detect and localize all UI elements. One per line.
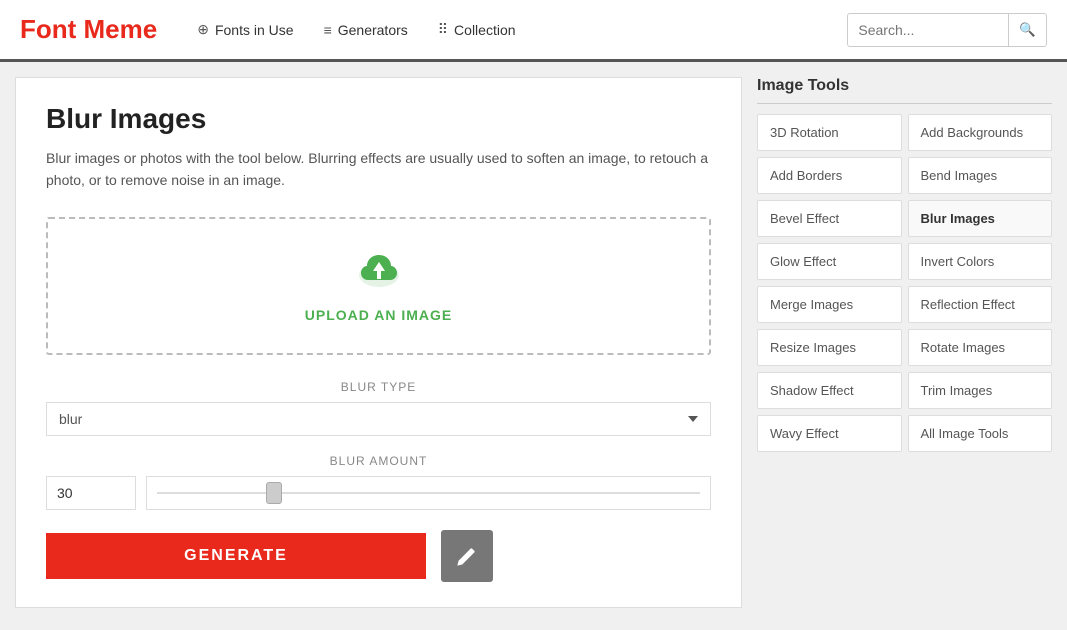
tool-item-blur-images[interactable]: Blur Images — [908, 200, 1053, 237]
search-input[interactable] — [848, 22, 1008, 38]
tools-grid: 3D RotationAdd BackgroundsAdd BordersBen… — [757, 114, 1052, 452]
blur-type-label: BLUR TYPE — [46, 380, 711, 394]
page-title: Blur Images — [46, 103, 711, 135]
edit-button[interactable] — [441, 530, 493, 582]
search-box: 🔍 — [847, 13, 1047, 47]
page-description: Blur images or photos with the tool belo… — [46, 147, 711, 192]
tool-item-add-borders[interactable]: Add Borders — [757, 157, 902, 194]
nav-fonts-in-use[interactable]: ⊕ Fonts in Use — [197, 21, 293, 38]
nav-fonts-in-use-label: Fonts in Use — [215, 22, 294, 38]
tool-item-bevel-effect[interactable]: Bevel Effect — [757, 200, 902, 237]
tool-item-shadow-effect[interactable]: Shadow Effect — [757, 372, 902, 409]
tool-item-3d-rotation[interactable]: 3D Rotation — [757, 114, 902, 151]
blur-amount-label: BLUR AMOUNT — [46, 454, 711, 468]
nav-generators-label: Generators — [338, 22, 408, 38]
nav-collection-label: Collection — [454, 22, 515, 38]
nav-collection[interactable]: ⠿ Collection — [438, 21, 516, 38]
image-tools-title: Image Tools — [757, 77, 1052, 104]
grid-icon: ⠿ — [438, 21, 448, 38]
left-panel: Blur Images Blur images or photos with t… — [15, 77, 742, 608]
nav-generators[interactable]: ≡ Generators — [324, 22, 408, 38]
tool-item-reflection-effect[interactable]: Reflection Effect — [908, 286, 1053, 323]
list-icon: ≡ — [324, 22, 332, 38]
tool-item-trim-images[interactable]: Trim Images — [908, 372, 1053, 409]
tool-item-merge-images[interactable]: Merge Images — [757, 286, 902, 323]
tool-item-rotate-images[interactable]: Rotate Images — [908, 329, 1053, 366]
blur-amount-row — [46, 476, 711, 510]
search-button[interactable]: 🔍 — [1008, 14, 1046, 46]
tool-item-invert-colors[interactable]: Invert Colors — [908, 243, 1053, 280]
blur-value-input[interactable] — [46, 476, 136, 510]
blur-slider[interactable] — [146, 476, 711, 510]
tool-item-resize-images[interactable]: Resize Images — [757, 329, 902, 366]
pencil-icon — [456, 545, 478, 567]
target-icon: ⊕ — [197, 21, 209, 38]
slider-track — [157, 492, 700, 494]
generate-button[interactable]: GENERATE — [46, 533, 426, 579]
upload-area[interactable]: UPLOAD AN IMAGE — [46, 217, 711, 355]
main-layout: Blur Images Blur images or photos with t… — [0, 62, 1067, 623]
upload-label: UPLOAD AN IMAGE — [68, 307, 689, 323]
nav: ⊕ Fonts in Use ≡ Generators ⠿ Collection — [197, 21, 847, 38]
tool-item-bend-images[interactable]: Bend Images — [908, 157, 1053, 194]
header: Font Meme ⊕ Fonts in Use ≡ Generators ⠿ … — [0, 0, 1067, 62]
slider-thumb[interactable] — [266, 482, 282, 504]
tool-item-wavy-effect[interactable]: Wavy Effect — [757, 415, 902, 452]
logo[interactable]: Font Meme — [20, 14, 157, 45]
upload-cloud-icon — [68, 249, 689, 299]
right-panel: Image Tools 3D RotationAdd BackgroundsAd… — [757, 77, 1052, 608]
tool-item-all-image-tools[interactable]: All Image Tools — [908, 415, 1053, 452]
tool-item-glow-effect[interactable]: Glow Effect — [757, 243, 902, 280]
tool-item-add-backgrounds[interactable]: Add Backgrounds — [908, 114, 1053, 151]
bottom-row: GENERATE — [46, 530, 711, 582]
blur-type-select[interactable]: blur gaussian motion — [46, 402, 711, 436]
